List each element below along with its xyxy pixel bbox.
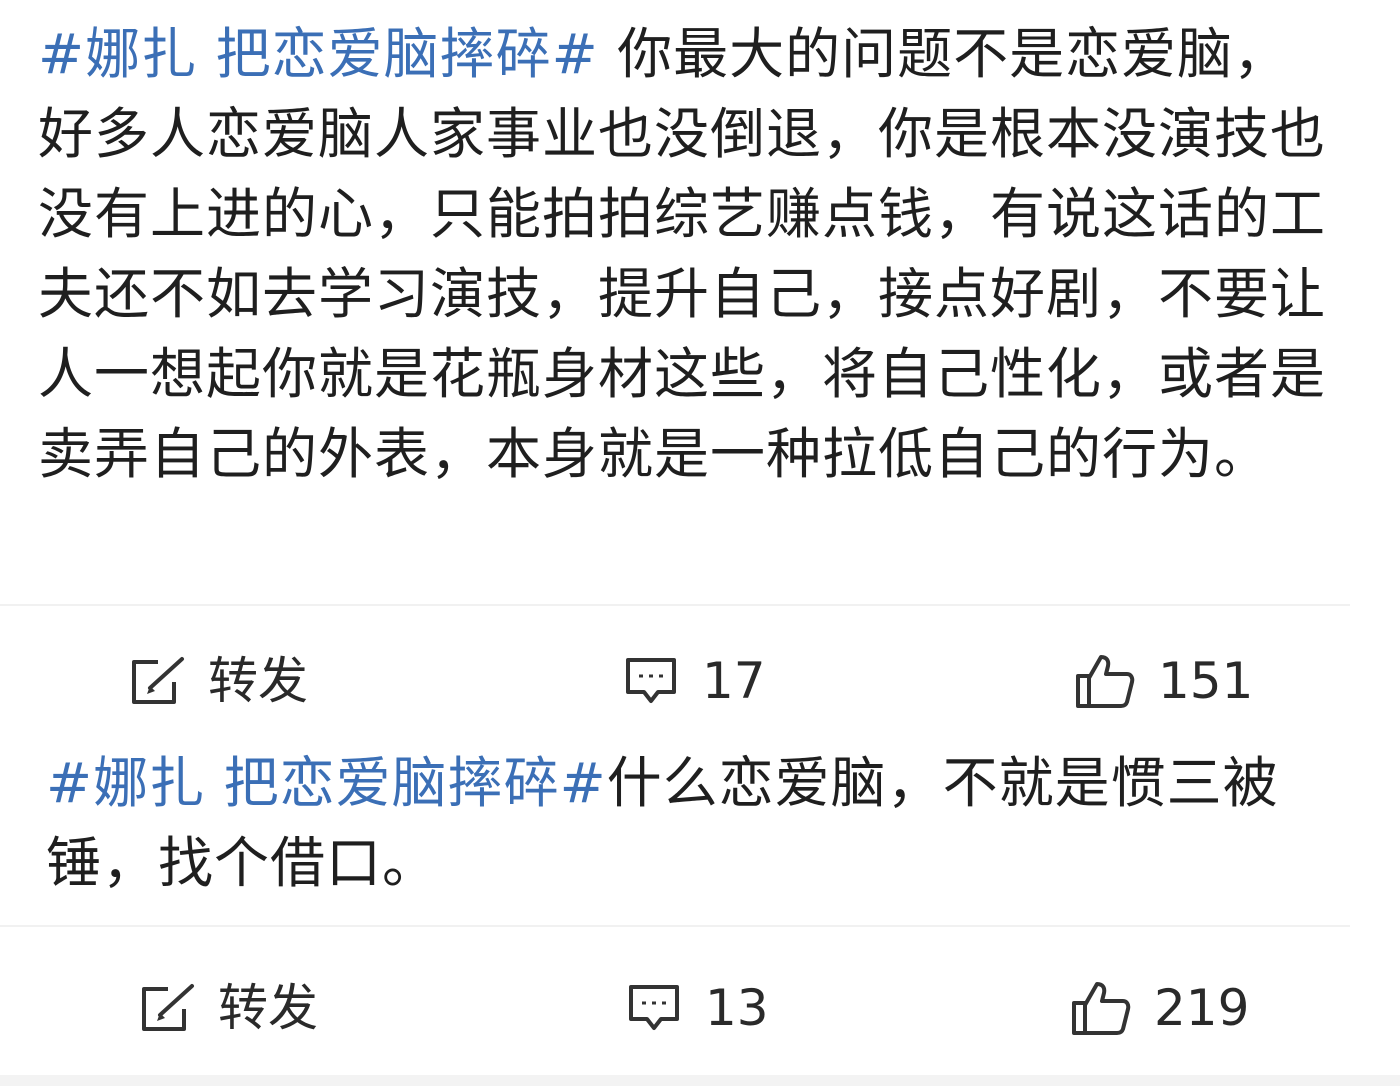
comment-count: 17 [702, 652, 766, 710]
weibo-post: #娜扎 把恋爱脑摔碎# 你最大的问题不是恋爱脑，好多人恋爱脑人家事业也没倒退，你… [0, 0, 1400, 735]
hashtag-link[interactable]: #娜扎 把恋爱脑摔碎# [46, 751, 607, 815]
comment-button[interactable]: 17 [622, 636, 766, 726]
share-edit-icon [138, 983, 196, 1033]
comment-icon [625, 983, 683, 1033]
post-text: #娜扎 把恋爱脑摔碎# 你最大的问题不是恋爱脑，好多人恋爱脑人家事业也没倒退，你… [38, 14, 1338, 494]
divider [0, 604, 1350, 606]
repost-button[interactable]: 转发 [128, 636, 308, 726]
weibo-comment-screenshot: #娜扎 把恋爱脑摔碎# 你最大的问题不是恋爱脑，好多人恋爱脑人家事业也没倒退，你… [0, 0, 1400, 1086]
like-count: 219 [1154, 979, 1250, 1037]
comment-count: 13 [705, 979, 769, 1037]
post-text: #娜扎 把恋爱脑摔碎#什么恋爱脑，不就是惯三被锤，找个借口。 [46, 743, 1336, 903]
comment-icon [622, 656, 680, 706]
post-body: 你最大的问题不是恋爱脑，好多人恋爱脑人家事业也没倒退，你是根本没演技也没有上进的… [38, 22, 1327, 486]
weibo-post: #娜扎 把恋爱脑摔碎#什么恋爱脑，不就是惯三被锤，找个借口。 转发 13 219 [0, 735, 1400, 1075]
share-edit-icon [128, 656, 186, 706]
comment-button[interactable]: 13 [625, 963, 769, 1053]
thumbs-up-icon [1070, 979, 1132, 1037]
like-button[interactable]: 151 [1074, 636, 1253, 726]
repost-button[interactable]: 转发 [138, 963, 318, 1053]
thumbs-up-icon [1074, 652, 1136, 710]
like-button[interactable]: 219 [1070, 963, 1249, 1053]
divider [0, 925, 1350, 927]
hashtag-link[interactable]: #娜扎 把恋爱脑摔碎# [38, 22, 599, 86]
repost-label: 转发 [218, 979, 318, 1037]
action-bar: 转发 13 219 [0, 963, 1400, 1053]
action-bar: 转发 17 151 [0, 636, 1400, 726]
bottom-divider [0, 1075, 1400, 1086]
repost-label: 转发 [208, 652, 308, 710]
like-count: 151 [1158, 652, 1254, 710]
